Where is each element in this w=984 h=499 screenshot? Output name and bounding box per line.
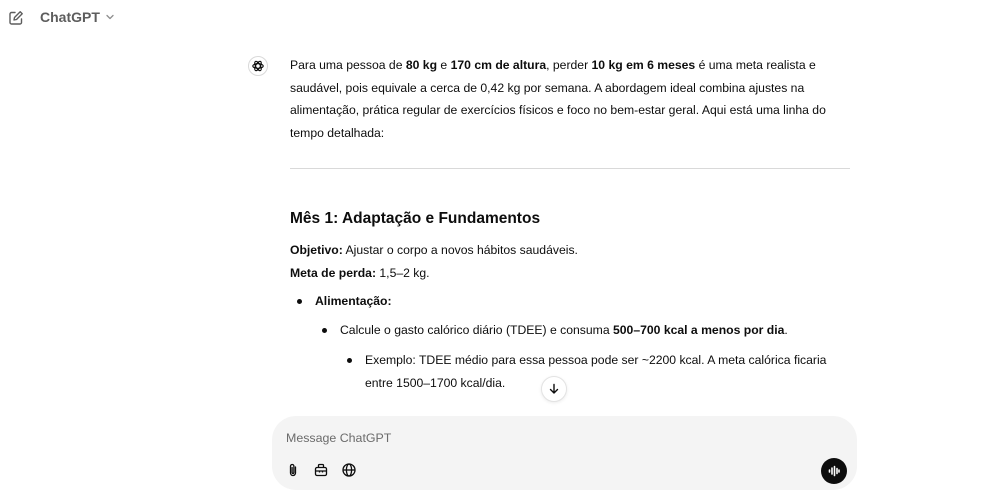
divider (290, 168, 850, 169)
tools-button[interactable] (310, 459, 332, 481)
objective-line: Objetivo: Ajustar o corpo a novos hábito… (290, 239, 850, 262)
intro-bold-height: 170 cm de altura (450, 58, 547, 72)
list-item: Alimentação: Calcule o gasto calórico di… (290, 290, 850, 394)
chevron-down-icon (106, 14, 114, 20)
model-name: ChatGPT (40, 9, 100, 25)
voice-waveform-icon (828, 465, 840, 477)
scroll-to-bottom-button[interactable] (541, 376, 567, 402)
openai-logo-icon (252, 60, 264, 72)
composer (272, 416, 857, 490)
intro-text: , perder (546, 58, 592, 72)
intro-bold-goal: 10 kg em 6 meses (591, 58, 696, 72)
voice-mode-button[interactable] (821, 458, 847, 484)
edit-square-icon (9, 11, 23, 25)
sub-bullet-text: Calcule o gasto calórico diário (TDEE) e… (340, 322, 613, 337)
conversation-area: Para uma pessoa de 80 kg e 170 cm de alt… (0, 36, 984, 408)
attach-button[interactable] (282, 459, 304, 481)
sub-bullet-text: . (784, 322, 788, 337)
nested-bullet-list: Exemplo: TDEE médio para essa pessoa pod… (340, 349, 850, 394)
intro-bold-weight: 80 kg (405, 58, 438, 72)
intro-paragraph: Para uma pessoa de 80 kg e 170 cm de alt… (290, 54, 850, 144)
list-item: Exemplo: TDEE médio para essa pessoa pod… (340, 349, 850, 394)
toolbox-icon (314, 463, 328, 477)
bullet-list: Alimentação: Calcule o gasto calórico di… (290, 290, 850, 394)
globe-icon (342, 463, 356, 477)
model-selector[interactable]: ChatGPT (40, 9, 115, 25)
objective-value: Ajustar o corpo a novos hábitos saudávei… (342, 243, 578, 257)
intro-text: e (437, 58, 451, 72)
assistant-message: Para uma pessoa de 80 kg e 170 cm de alt… (290, 54, 850, 394)
new-chat-button[interactable] (6, 8, 26, 28)
goal-value: 1,5–2 kg. (376, 265, 430, 280)
goal-line: Meta de perda: 1,5–2 kg. (290, 262, 850, 285)
objective-label: Objetivo: (290, 243, 343, 257)
web-search-button[interactable] (338, 459, 360, 481)
intro-text: Para uma pessoa de (290, 58, 406, 72)
bullet-food-label: Alimentação: (315, 294, 392, 308)
sub-bullet-list: Calcule o gasto calórico diário (TDEE) e… (315, 319, 850, 395)
example-text: Exemplo: TDEE médio para essa pessoa pod… (365, 353, 827, 390)
top-bar: ChatGPT (0, 0, 984, 36)
assistant-avatar (248, 56, 268, 76)
message-input[interactable] (286, 428, 806, 448)
sub-bullet-bold: 500–700 kcal a menos por dia (612, 322, 785, 337)
arrow-down-icon (549, 383, 559, 394)
composer-tools (282, 459, 360, 481)
paperclip-icon (289, 463, 297, 477)
section-heading: Mês 1: Adaptação e Fundamentos (290, 210, 541, 227)
goal-label: Meta de perda: (290, 265, 377, 280)
list-item: Calcule o gasto calórico diário (TDEE) e… (315, 319, 850, 395)
